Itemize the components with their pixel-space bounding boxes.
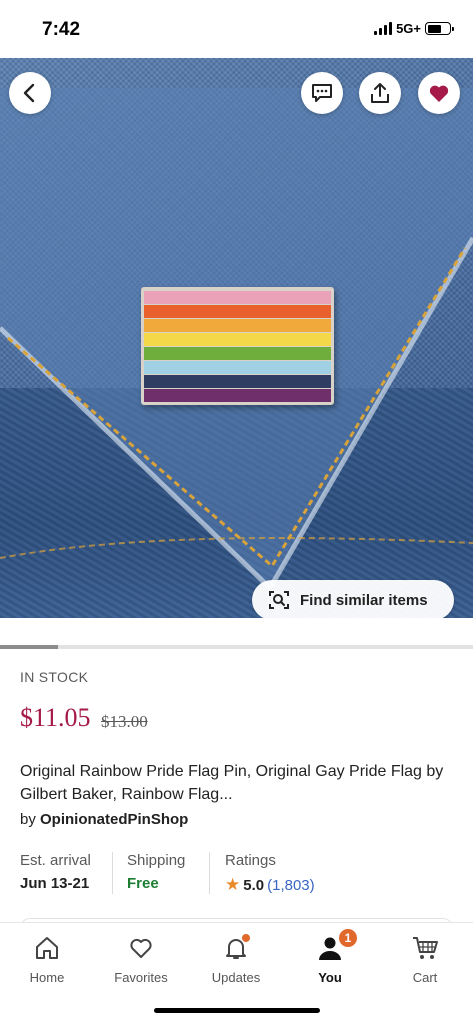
- seller-link[interactable]: OpinionatedPinShop: [40, 811, 188, 828]
- updates-notification-dot: [242, 934, 250, 942]
- heart-icon: [429, 85, 449, 102]
- you-badge: 1: [337, 927, 359, 949]
- pin-stripe: [144, 374, 331, 388]
- ratings-value: ★ 5.0 (1,803): [225, 875, 315, 895]
- visual-search-icon: [269, 591, 289, 609]
- pin-stripe: [144, 360, 331, 374]
- message-seller-button[interactable]: [301, 72, 343, 114]
- nav-updates[interactable]: Updates: [196, 933, 276, 985]
- nav-favorites-label: Favorites: [114, 970, 168, 985]
- star-icon: ★: [225, 875, 241, 894]
- pride-flag-pin: [141, 287, 334, 405]
- shipping-info: Shipping Free: [127, 852, 185, 892]
- status-bar: 7:42 5G+: [0, 0, 473, 58]
- image-carousel-scrollbar[interactable]: [0, 645, 473, 649]
- seller-line: by OpinionatedPinShop: [20, 811, 188, 828]
- signal-icon: [374, 22, 393, 35]
- ratings-label: Ratings: [225, 852, 276, 869]
- nav-you-label: You: [318, 970, 342, 985]
- shipping-value: Free: [127, 875, 159, 892]
- chevron-left-icon: [23, 83, 35, 103]
- pin-stripe: [144, 388, 331, 402]
- status-time: 7:42: [42, 19, 81, 40]
- shipping-label: Shipping: [127, 852, 186, 869]
- find-similar-items-button[interactable]: Find similar items: [252, 580, 454, 620]
- ratings-info[interactable]: Ratings ★ 5.0 (1,803): [225, 852, 315, 895]
- battery-icon: [425, 22, 454, 35]
- network-type: 5G+: [396, 21, 421, 36]
- cart-icon: [413, 937, 438, 959]
- pin-stripe: [144, 318, 331, 332]
- pin-stripe: [144, 332, 331, 346]
- nav-favorites[interactable]: Favorites: [101, 933, 181, 985]
- back-button[interactable]: [9, 72, 51, 114]
- divider: [209, 852, 210, 894]
- heart-outline-icon: [130, 938, 152, 958]
- share-button[interactable]: [359, 72, 401, 114]
- pin-stripe: [144, 346, 331, 360]
- divider: [112, 852, 113, 894]
- product-image[interactable]: [0, 58, 473, 618]
- original-price: $13.00: [101, 712, 148, 731]
- stock-status: IN STOCK: [20, 669, 89, 685]
- estimated-arrival: Est. arrival Jun 13-21: [20, 852, 91, 892]
- pin-stripe: [144, 290, 331, 304]
- nav-updates-label: Updates: [211, 970, 261, 985]
- home-indicator[interactable]: [154, 1008, 320, 1013]
- nav-cart-label: Cart: [412, 970, 438, 985]
- share-icon: [371, 83, 389, 103]
- rating-score: 5.0: [243, 876, 265, 894]
- nav-cart[interactable]: Cart: [385, 933, 465, 985]
- nav-home[interactable]: Home: [7, 933, 87, 985]
- find-similar-label: Find similar items: [300, 591, 428, 609]
- seller-prefix: by: [20, 811, 36, 828]
- nav-you[interactable]: 1 You: [290, 927, 370, 985]
- favorite-button[interactable]: [418, 72, 460, 114]
- nav-home-label: Home: [29, 970, 65, 985]
- pin-stripe: [144, 304, 331, 318]
- status-indicators: 5G+: [374, 21, 454, 36]
- arrival-value: Jun 13-21: [20, 875, 90, 892]
- arrival-label: Est. arrival: [20, 852, 91, 869]
- message-icon: [312, 84, 332, 102]
- sale-price: $11.05: [20, 703, 91, 732]
- product-title[interactable]: Original Rainbow Pride Flag Pin, Origina…: [20, 760, 450, 806]
- review-count-link[interactable]: (1,803): [267, 877, 315, 894]
- home-icon: [36, 937, 58, 959]
